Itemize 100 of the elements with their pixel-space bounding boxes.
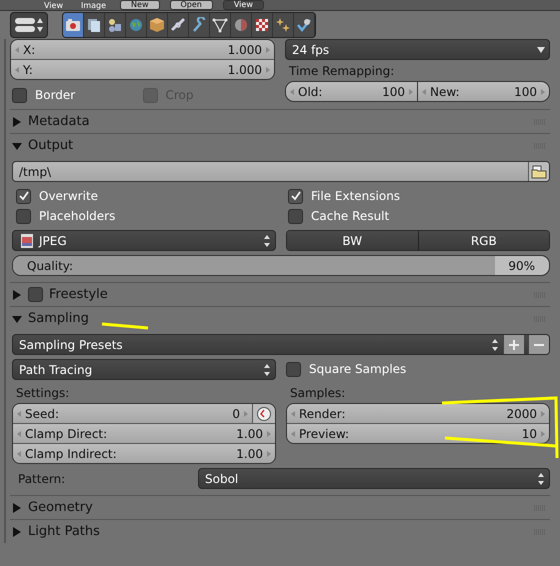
- clock-button[interactable]: [252, 404, 275, 423]
- decrement-arrow-icon[interactable]: [15, 66, 19, 72]
- number-field[interactable]: Y: 1.000: [11, 60, 274, 79]
- decrement-arrow-icon[interactable]: [17, 430, 21, 436]
- panel-title: Light Paths: [28, 524, 100, 539]
- up-down-arrows-icon: [263, 234, 271, 248]
- decrement-arrow-icon[interactable]: [17, 450, 21, 456]
- frame-rate-dropdown[interactable]: 24 fps: [285, 39, 550, 60]
- format-dropdown[interactable]: JPEG: [12, 230, 276, 251]
- context-tab[interactable]: [231, 13, 252, 37]
- increment-arrow-icon[interactable]: [266, 66, 270, 72]
- context-tab[interactable]: [63, 13, 84, 37]
- add-button[interactable]: [503, 335, 524, 354]
- integrator-dropdown[interactable]: Path Tracing: [12, 359, 276, 380]
- chain-icon: [170, 17, 186, 33]
- image-file-icon: [19, 232, 35, 248]
- camera-icon: [65, 17, 81, 33]
- checkbox[interactable]: [12, 88, 27, 102]
- context-tab[interactable]: [84, 13, 105, 37]
- checkbox-label: Cache Result: [311, 209, 390, 223]
- quality-slider[interactable]: Quality: 90%: [12, 255, 550, 276]
- folder-button[interactable]: [528, 162, 549, 181]
- context-tab[interactable]: [210, 13, 231, 37]
- number-field[interactable]: Seed: 0: [13, 404, 252, 423]
- context-tab[interactable]: [189, 13, 210, 37]
- checkbox-label: Placeholders: [39, 209, 116, 223]
- number-field[interactable]: Preview: 10: [287, 424, 549, 443]
- triangle-icon: [212, 17, 228, 33]
- context-tab[interactable]: [273, 13, 294, 37]
- menu-item[interactable]: View: [40, 0, 67, 10]
- scene-icon: [107, 17, 123, 33]
- drag-grip-icon[interactable]: [534, 142, 546, 148]
- panel-title: Output: [28, 138, 74, 153]
- caret-icon: [537, 46, 545, 52]
- checkbox-label: Overwrite: [39, 189, 98, 203]
- checkbox[interactable]: [16, 188, 31, 204]
- cube-icon: [149, 17, 165, 33]
- clock-icon: [256, 406, 272, 422]
- decrement-arrow-icon[interactable]: [15, 46, 19, 52]
- up-down-arrows-icon: [263, 362, 271, 376]
- sparkle-icon: [275, 17, 291, 33]
- context-tab[interactable]: [252, 13, 273, 37]
- layers-icon: [86, 17, 102, 33]
- number-field[interactable]: Clamp Direct: 1.00: [13, 424, 275, 444]
- drag-grip-icon[interactable]: [534, 528, 546, 534]
- number-field[interactable]: Render: 2000: [287, 404, 549, 424]
- up-down-arrows-icon: [491, 338, 499, 352]
- up-down-arrows-icon: [537, 472, 545, 486]
- increment-arrow-icon[interactable]: [244, 410, 248, 416]
- underline-mark: [102, 322, 148, 330]
- number-field[interactable]: Clamp Indirect: 1.00: [13, 444, 275, 463]
- path-field[interactable]: /tmp\: [12, 161, 550, 182]
- number-field[interactable]: X: 1.000: [11, 40, 274, 60]
- context-tab[interactable]: [168, 13, 189, 37]
- checkbox[interactable]: [288, 208, 303, 224]
- color-mode-toggle[interactable]: RGB: [418, 231, 549, 250]
- increment-arrow-icon[interactable]: [541, 410, 545, 416]
- increment-arrow-icon[interactable]: [267, 430, 271, 436]
- checkbox-label: Border: [35, 88, 76, 102]
- panel-title: Sampling: [28, 311, 89, 326]
- drag-grip-icon[interactable]: [534, 316, 546, 322]
- color-mode-toggle[interactable]: BW: [287, 231, 418, 250]
- slider-label: Quality:: [26, 258, 74, 272]
- slider-value: 90%: [508, 258, 536, 272]
- checkbox[interactable]: [16, 208, 31, 224]
- checkbox[interactable]: [286, 362, 301, 376]
- checker-icon: [254, 17, 270, 33]
- toggle-icon: [14, 16, 44, 34]
- increment-arrow-icon[interactable]: [266, 46, 270, 52]
- world-icon: [128, 17, 144, 33]
- presets-dropdown[interactable]: Sampling Presets: [12, 334, 550, 355]
- checkbox[interactable]: [28, 287, 43, 302]
- context-tab[interactable]: [294, 13, 315, 37]
- increment-arrow-icon[interactable]: [541, 430, 545, 436]
- increment-arrow-icon[interactable]: [267, 450, 271, 456]
- editor-type-dropdown[interactable]: [10, 12, 48, 38]
- context-tab[interactable]: [147, 13, 168, 37]
- section-label: Samples:: [289, 385, 346, 401]
- menu-item[interactable]: Image: [76, 0, 110, 10]
- section-label: Settings:: [15, 385, 70, 401]
- decrement-arrow-icon[interactable]: [291, 410, 295, 416]
- context-tab[interactable]: [126, 13, 147, 37]
- section-label: Time Remapping:: [288, 63, 396, 79]
- physics-icon: [296, 17, 312, 33]
- wrench-icon: [191, 17, 207, 33]
- pattern-dropdown[interactable]: Sobol: [198, 468, 550, 489]
- panel-title: Geometry: [28, 500, 93, 515]
- drag-grip-icon[interactable]: [534, 504, 546, 510]
- checkbox[interactable]: [288, 188, 303, 204]
- panel-title: Metadata: [28, 114, 90, 129]
- context-tab[interactable]: [105, 13, 126, 37]
- decrement-arrow-icon[interactable]: [291, 430, 295, 436]
- header-button[interactable]: New: [120, 0, 160, 10]
- drag-grip-icon[interactable]: [534, 118, 546, 124]
- view-dropdown[interactable]: View: [222, 0, 264, 10]
- plus-icon: [508, 338, 520, 350]
- remove-button[interactable]: [528, 335, 549, 354]
- header-button[interactable]: Open: [170, 0, 213, 10]
- drag-grip-icon[interactable]: [534, 292, 546, 298]
- decrement-arrow-icon[interactable]: [17, 410, 21, 416]
